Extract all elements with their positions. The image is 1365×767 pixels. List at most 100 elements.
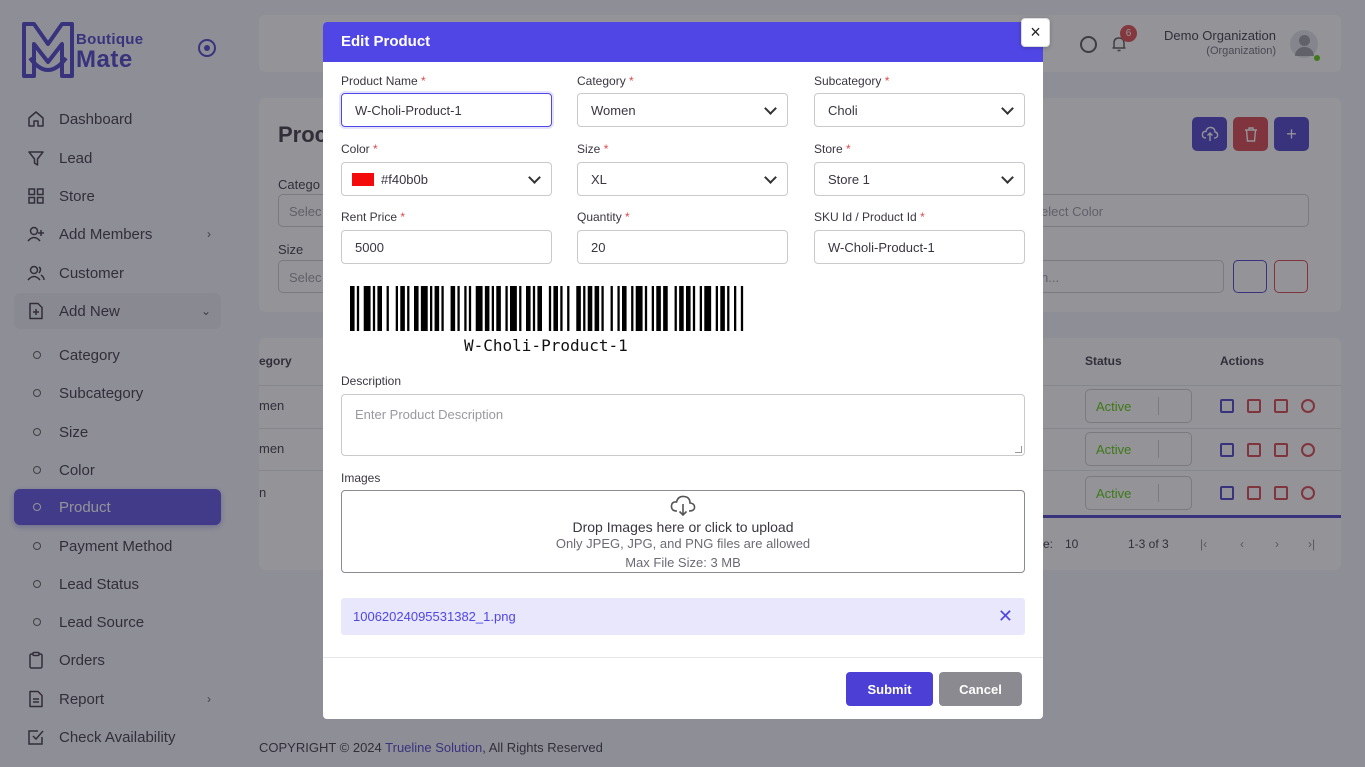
- category-value: Women: [591, 103, 636, 118]
- barcode-bar: [537, 286, 542, 331]
- barcode-bar: [356, 286, 360, 331]
- close-button[interactable]: ×: [1021, 18, 1050, 47]
- barcode-bar: [363, 286, 371, 331]
- barcode-bar: [622, 286, 627, 331]
- chevron-down-icon: [1001, 171, 1014, 184]
- barcode-bar: [464, 286, 467, 331]
- barcode-bar: [491, 286, 494, 331]
- product-name-label: Product Name *: [341, 74, 426, 88]
- store-label: Store *: [814, 142, 851, 156]
- barcode-bar: [441, 286, 444, 331]
- quantity-input[interactable]: 20: [577, 230, 788, 264]
- barcode-bar: [674, 286, 677, 331]
- barcode-bar: [407, 286, 410, 331]
- modal-header: Edit Product: [323, 22, 1043, 62]
- barcode-bar: [372, 286, 376, 331]
- dropzone-formats: Only JPEG, JPG, and PNG files are allowe…: [555, 536, 811, 551]
- barcode-bar: [617, 286, 620, 331]
- subcategory-label: Subcategory *: [814, 74, 890, 88]
- color-select[interactable]: #f40b0b: [341, 162, 552, 196]
- barcode-bar: [601, 286, 604, 331]
- barcode-bar: [457, 286, 460, 331]
- barcode-bar: [644, 286, 648, 331]
- barcode-bar: [720, 286, 725, 331]
- edit-product-modal: Edit Product × Product Name * W-Choli-Pr…: [323, 18, 1050, 719]
- category-select[interactable]: Women: [577, 93, 788, 127]
- barcode-bar: [679, 286, 684, 331]
- chevron-down-icon: [528, 171, 541, 184]
- subcategory-value: Choli: [828, 103, 858, 118]
- barcode-bar: [692, 286, 696, 331]
- barcode-bar: [576, 286, 581, 331]
- barcode-text: W-Choli-Product-1: [464, 336, 628, 355]
- barcode-bar: [496, 286, 501, 331]
- barcode-bar: [594, 286, 600, 331]
- barcode-bar: [510, 286, 517, 331]
- barcode-bar: [715, 286, 718, 331]
- uploaded-file-name[interactable]: 10062024095531382_1.png: [353, 609, 516, 624]
- chevron-down-icon: [1001, 102, 1014, 115]
- dropzone-title: Drop Images here or click to upload: [572, 519, 794, 535]
- barcode-bar: [468, 286, 472, 331]
- barcode-bar: [377, 286, 382, 331]
- barcode-bar: [704, 286, 712, 331]
- barcode-bar: [475, 286, 483, 331]
- barcode-bar: [434, 286, 440, 331]
- barcode-bar: [553, 286, 558, 331]
- store-value: Store 1: [828, 172, 870, 187]
- chevron-down-icon: [764, 171, 777, 184]
- barcode-bar: [505, 286, 508, 331]
- barcode-bar: [420, 286, 428, 331]
- chevron-down-icon: [764, 102, 777, 115]
- modal-title: Edit Product: [341, 33, 431, 50]
- barcode-bar: [414, 286, 419, 331]
- barcode-bar: [532, 286, 536, 331]
- color-swatch: [352, 173, 374, 186]
- quantity-label: Quantity *: [577, 210, 630, 224]
- cloud-download-icon: [670, 495, 696, 517]
- remove-file-icon[interactable]: ✕: [998, 606, 1013, 627]
- submit-button[interactable]: Submit: [846, 672, 933, 706]
- barcode-bar: [567, 286, 570, 331]
- subcategory-select[interactable]: Choli: [814, 93, 1025, 127]
- barcode-bar: [663, 286, 668, 331]
- barcode-bar: [610, 286, 613, 331]
- size-label: Size *: [577, 142, 609, 156]
- barcode-bar: [526, 286, 531, 331]
- rent-price-input[interactable]: 5000: [341, 230, 552, 264]
- barcode-bar: [656, 286, 661, 331]
- color-value: #f40b0b: [381, 172, 428, 187]
- barcode-bar: [740, 286, 744, 331]
- image-dropzone[interactable]: Drop Images here or click to upload Only…: [341, 490, 1025, 573]
- barcode-bar: [450, 286, 456, 331]
- barcode-image: [350, 286, 744, 331]
- barcode-bar: [651, 286, 654, 331]
- rent-price-label: Rent Price *: [341, 210, 406, 224]
- barcode-bar: [583, 286, 586, 331]
- barcode-bar: [519, 286, 522, 331]
- size-value: XL: [591, 172, 607, 187]
- sku-input[interactable]: W-Choli-Product-1: [814, 230, 1025, 264]
- barcode-bar: [395, 286, 398, 331]
- modal-footer-divider: [323, 657, 1043, 658]
- cancel-button[interactable]: Cancel: [939, 672, 1022, 706]
- barcode-bar: [386, 286, 389, 331]
- images-label: Images: [341, 471, 381, 485]
- size-select[interactable]: XL: [577, 162, 788, 196]
- barcode-bar: [350, 286, 355, 331]
- product-name-input[interactable]: W-Choli-Product-1: [341, 93, 552, 127]
- description-textarea[interactable]: Enter Product Description: [341, 394, 1025, 456]
- uploaded-file: 10062024095531382_1.png ✕: [341, 598, 1025, 635]
- barcode-bar: [587, 286, 593, 331]
- store-select[interactable]: Store 1: [814, 162, 1025, 196]
- category-label: Category *: [577, 74, 634, 88]
- sku-label: SKU Id / Product Id *: [814, 210, 925, 224]
- barcode-bar: [631, 286, 634, 331]
- color-label: Color *: [341, 142, 378, 156]
- dropzone-max-size: Max File Size: 3 MB: [625, 555, 741, 570]
- barcode-bar: [686, 286, 691, 331]
- description-label: Description: [341, 374, 402, 388]
- barcode-bar: [560, 286, 563, 331]
- barcode-bar: [727, 286, 730, 331]
- barcode-bar: [548, 286, 552, 331]
